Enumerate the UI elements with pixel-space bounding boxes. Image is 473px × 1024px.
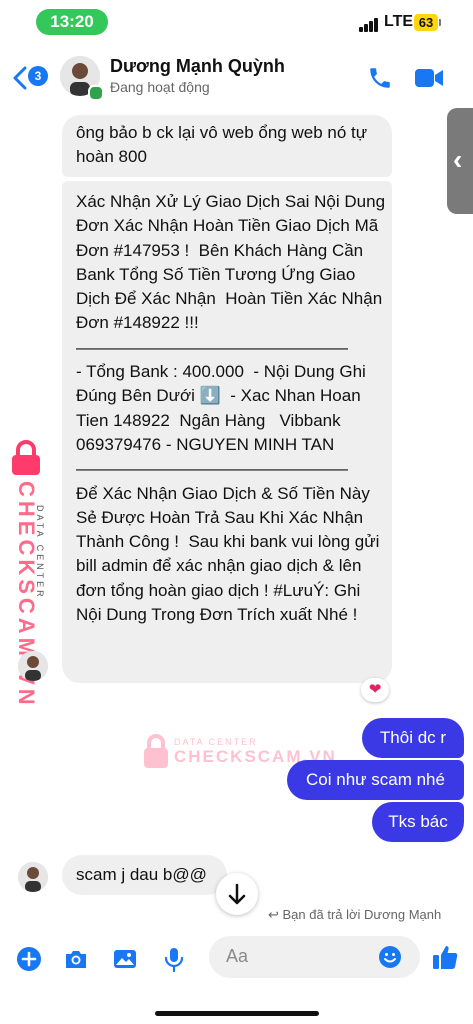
heart-reaction[interactable]: ❤: [361, 678, 389, 702]
sender-avatar[interactable]: [18, 862, 48, 892]
signal-icon: [359, 18, 381, 32]
message-input-placeholder: Aa: [226, 946, 249, 966]
arrow-down-icon: [228, 883, 246, 905]
online-indicator: [88, 85, 104, 101]
clock: 13:20: [36, 9, 108, 35]
chat-header: 3 Dương Mạnh Quỳnh Đang hoạt động: [0, 44, 473, 108]
phone-icon[interactable]: [367, 65, 393, 91]
status-bar: 13:20 LTE 63: [0, 0, 473, 44]
contact-name[interactable]: Dương Mạnh Quỳnh: [110, 56, 285, 77]
scroll-to-bottom-button[interactable]: [216, 873, 258, 915]
battery-icon: 63: [414, 14, 438, 31]
battery-tip: [439, 19, 441, 26]
message-text: ông bảo b ck lại vô web ổng web nó tự ho…: [76, 123, 368, 167]
chevron-left-icon: ‹: [453, 144, 463, 175]
watermark-center: DATA CENTER CHECKSCAM.VN: [140, 733, 335, 773]
emoji-icon[interactable]: [378, 945, 402, 969]
reply-note-text: Bạn đã trả lời Dương Mạnh: [282, 907, 442, 922]
side-panel-handle[interactable]: ‹: [447, 108, 473, 214]
incoming-message[interactable]: Xác Nhận Xử Lý Giao Dịch Sai Nội Dung Đơ…: [62, 181, 392, 683]
lock-logo-icon: [12, 440, 40, 475]
message-text: scam j dau b@@: [76, 865, 207, 884]
home-indicator: [155, 1011, 319, 1016]
reply-arrow-icon: ↩: [268, 907, 283, 922]
message-text: Xác Nhận Xử Lý Giao Dịch Sai Nội Dung Đơ…: [76, 192, 386, 625]
incoming-message[interactable]: scam j dau b@@: [62, 855, 227, 895]
thumbs-up-icon[interactable]: [431, 943, 459, 971]
watermark-vertical: CHECKSCAM.VN DATA CENTER: [0, 440, 56, 709]
incoming-message[interactable]: ông bảo b ck lại vô web ổng web nó tự ho…: [62, 115, 392, 177]
watermark-tagline: DATA CENTER: [174, 737, 258, 747]
network-label: LTE: [384, 13, 414, 30]
back-chevron-icon[interactable]: [10, 66, 30, 90]
unread-badge[interactable]: 3: [28, 66, 48, 86]
image-gallery-icon[interactable]: [112, 946, 138, 972]
video-camera-icon[interactable]: [414, 67, 444, 89]
person-icon: [18, 651, 48, 681]
reply-note: ↩ Bạn đã trả lời Dương Mạnh: [268, 907, 441, 923]
person-icon: [18, 862, 48, 892]
sender-avatar[interactable]: [18, 651, 48, 681]
watermark-tagline: DATA CENTER: [35, 505, 45, 600]
microphone-icon[interactable]: [161, 946, 187, 972]
outgoing-message[interactable]: Thôi dc r: [362, 718, 464, 758]
presence-status: Đang hoạt động: [110, 79, 210, 95]
lock-logo-icon: [144, 734, 168, 768]
plus-icon[interactable]: [16, 946, 42, 972]
outgoing-message[interactable]: Tks bác: [372, 802, 464, 842]
camera-icon[interactable]: [63, 946, 89, 972]
outgoing-message[interactable]: Coi như scam nhé: [287, 760, 464, 800]
